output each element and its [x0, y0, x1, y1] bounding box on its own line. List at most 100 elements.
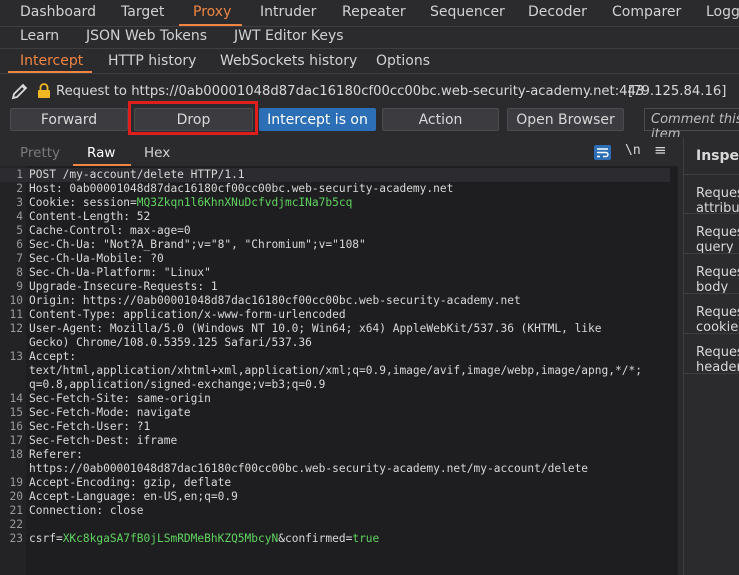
tab-repeater[interactable]: Repeater: [342, 4, 406, 20]
word-wrap-icon[interactable]: [594, 145, 611, 160]
line-segment: Connection: close: [29, 504, 144, 517]
inspector-item-request-query-parameters[interactable]: Request query parameters: [684, 214, 739, 254]
newline-icon[interactable]: \n: [625, 143, 641, 158]
line-number: 4: [16, 210, 23, 223]
line-number: 6: [16, 238, 23, 251]
tab-json-web-tokens[interactable]: JSON Web Tokens: [86, 28, 207, 44]
request-editor[interactable]: 1 POST /my-account/delete HTTP/1.1 2 Host: …: [0, 166, 678, 575]
tab-options[interactable]: Options: [376, 53, 430, 69]
drop-button-highlight: [128, 101, 258, 135]
tab-dashboard[interactable]: Dashboard: [20, 4, 96, 20]
code-line: 20 Accept-Language: en-US,en;q=0.9: [0, 490, 670, 504]
inspector-item-request-cookies[interactable]: Request cookies: [684, 294, 739, 334]
inspector-item-request-attributes[interactable]: Request attributes: [684, 174, 739, 214]
menu-icon[interactable]: ≡: [654, 141, 667, 159]
tab-learn[interactable]: Learn: [20, 28, 59, 44]
line-number: 5: [16, 224, 23, 237]
inspector-pane: Inspector Request attributes Request que…: [683, 137, 739, 575]
code-line: https://0ab00001048d87dac16180cf00cc00bc…: [0, 462, 670, 476]
line-number: 9: [16, 280, 23, 293]
open-browser-button[interactable]: Open Browser: [507, 108, 624, 131]
line-text: q=0.8,application/signed-exchange;v=b3;q…: [29, 378, 325, 392]
tab-websockets-history[interactable]: WebSockets history: [220, 53, 357, 69]
line-segment: Sec-Fetch-Dest: iframe: [29, 434, 178, 447]
code-line: 2 Host: 0ab00001048d87dac16180cf00cc00bc.…: [0, 182, 670, 196]
line-segment: 0ab00001048d87dac16180cf00cc00bc.web-sec…: [69, 182, 454, 195]
tab-raw[interactable]: Raw: [87, 145, 115, 161]
line-text: Cache-Control: max-age=0: [29, 224, 191, 238]
line-text: User-Agent: Mozilla/5.0 (Windows NT 10.0…: [29, 322, 602, 336]
comment-field[interactable]: Comment this item: [644, 108, 739, 142]
code-line: 22: [0, 518, 670, 532]
line-number: 1: [16, 168, 23, 181]
tab-http-history[interactable]: HTTP history: [108, 53, 196, 69]
tab-target[interactable]: Target: [121, 4, 164, 20]
code-line: 11 Content-Type: application/x-www-form-u…: [0, 308, 670, 322]
inspector-item-request-body-parameters[interactable]: Request body parameters: [684, 254, 739, 294]
line-text: Referer:: [29, 448, 83, 462]
tab-sequencer[interactable]: Sequencer: [430, 4, 505, 20]
line-text: Content-Type: application/x-www-form-url…: [29, 308, 346, 322]
code-line: 18 Referer:: [0, 448, 670, 462]
line-text: Sec-Fetch-Site: same-origin: [29, 392, 211, 406]
line-segment: session=: [82, 196, 137, 209]
line-number: 11: [9, 308, 23, 321]
code-line: 21 Connection: close: [0, 504, 670, 518]
line-text: csrf=XKc8kgaSA7fB0jLSmRDMeBhKZQ5MbcyN&co…: [29, 532, 379, 546]
line-number: 14: [9, 392, 23, 405]
tab-logger[interactable]: Logger: [706, 4, 739, 20]
tab-jwt-editor-keys[interactable]: JWT Editor Keys: [234, 28, 344, 44]
line-text: Content-Length: 52: [29, 210, 150, 224]
tab-intercept[interactable]: Intercept: [20, 53, 83, 69]
forward-button[interactable]: Forward: [10, 108, 128, 131]
line-text: Accept:: [29, 350, 76, 364]
tab-comparer[interactable]: Comparer: [612, 4, 681, 20]
line-segment: Sec-Ch-Ua-Platform: "Linux": [29, 266, 211, 279]
tab-intruder[interactable]: Intruder: [260, 4, 316, 20]
line-number: 20: [9, 490, 23, 503]
action-button[interactable]: Action: [382, 108, 499, 131]
editor-tabs: Pretty Raw Hex \n ≡: [0, 137, 683, 166]
intercept-toggle-button[interactable]: Intercept is on: [259, 108, 376, 131]
line-number: 17: [9, 434, 23, 447]
line-number: 3: [16, 196, 23, 209]
code-line: 4 Content-Length: 52: [0, 210, 670, 224]
tab-proxy[interactable]: Proxy: [193, 4, 231, 20]
code-line: 19 Accept-Encoding: gzip, deflate: [0, 476, 670, 490]
line-segment: Referer:: [29, 448, 83, 461]
param-value: MQ3Zkqn1l6KhnXNuDcfvdjmcINa7b5cq: [136, 196, 353, 209]
line-number: 23: [9, 532, 23, 545]
divider: [0, 48, 739, 49]
line-text: Upgrade-Insecure-Requests: 1: [29, 280, 218, 294]
code-line: 1 POST /my-account/delete HTTP/1.1: [0, 168, 670, 182]
inspector-title: Inspector: [696, 148, 739, 164]
line-segment: &confirmed=: [278, 532, 353, 545]
line-segment: Sec-Fetch-Mode: navigate: [29, 406, 191, 419]
line-segment: POST /my-account/delete HTTP/1.1: [29, 168, 245, 181]
tab-decoder[interactable]: Decoder: [528, 4, 587, 20]
code-line: 9 Upgrade-Insecure-Requests: 1: [0, 280, 670, 294]
tab-hex[interactable]: Hex: [144, 145, 170, 161]
lock-icon: [37, 83, 51, 103]
code-line: 14 Sec-Fetch-Site: same-origin: [0, 392, 670, 406]
line-text: Host: 0ab00001048d87dac16180cf00cc00bc.w…: [29, 182, 453, 196]
inspector-item-request-headers[interactable]: Request headers: [684, 334, 739, 374]
code-line: 17 Sec-Fetch-Dest: iframe: [0, 434, 670, 448]
line-text: POST /my-account/delete HTTP/1.1: [29, 168, 245, 182]
pencil-icon[interactable]: [10, 81, 30, 105]
line-text: Sec-Ch-Ua-Mobile: ?0: [29, 252, 164, 266]
param-value: XKc8kgaSA7fB0jLSmRDMeBhKZQ5MbcyN: [62, 532, 279, 545]
tab-pretty[interactable]: Pretty: [20, 145, 60, 161]
line-text: Sec-Fetch-Dest: iframe: [29, 434, 177, 448]
request-url: Request to https://0ab00001048d87dac1618…: [56, 84, 645, 99]
line-number: 7: [16, 252, 23, 265]
line-text: Sec-Ch-Ua: "Not?A_Brand";v="8", "Chromiu…: [29, 238, 366, 252]
line-text: Connection: close: [29, 504, 144, 518]
code-line: Gecko) Chrome/108.0.5359.125 Safari/537.…: [0, 336, 670, 350]
line-segment: Origin: https://0ab00001048d87dac16180cf…: [29, 294, 521, 307]
line-number: 22: [9, 518, 23, 531]
line-segment: Sec-Ch-Ua-Mobile: ?0: [29, 252, 164, 265]
line-segment: User-Agent: Mozilla/5.0 (Windows NT 10.0…: [29, 322, 602, 335]
line-text: Sec-Fetch-User: ?1: [29, 420, 150, 434]
line-segment: Cache-Control: max-age=0: [29, 224, 191, 237]
